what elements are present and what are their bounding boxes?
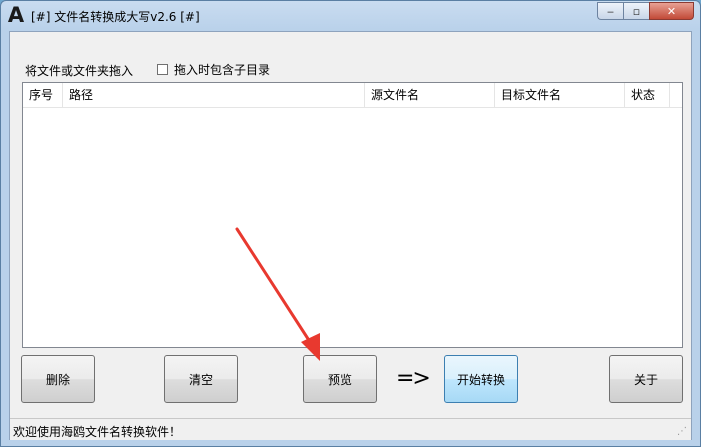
caption-buttons: ‒ ▫ ✕	[597, 2, 694, 21]
file-list-header: 序号 路径 源文件名 目标文件名 状态	[23, 83, 682, 108]
include-subdirs-label[interactable]: 拖入时包含子目录	[174, 61, 270, 78]
app-logo-icon[interactable]: A	[6, 4, 26, 26]
column-header-path[interactable]: 路径	[63, 83, 365, 107]
column-header-filler	[670, 83, 682, 107]
close-icon: ✕	[666, 4, 677, 18]
about-button[interactable]: 关于	[609, 355, 683, 403]
maximize-icon: ▫	[632, 4, 641, 18]
maximize-button[interactable]: ▫	[623, 2, 649, 20]
include-subdirs-option[interactable]: 拖入时包含子目录	[157, 61, 270, 78]
start-convert-button[interactable]: 开始转换	[444, 355, 518, 403]
column-header-status[interactable]: 状态	[625, 83, 670, 107]
column-header-target-name[interactable]: 目标文件名	[495, 83, 625, 107]
file-list[interactable]: 序号 路径 源文件名 目标文件名 状态	[22, 82, 683, 348]
clear-button[interactable]: 清空	[164, 355, 238, 403]
about-button-label: 关于	[633, 372, 658, 387]
delete-button[interactable]: 删除	[21, 355, 95, 403]
close-button[interactable]: ✕	[649, 2, 694, 20]
status-text: 欢迎使用海鸥文件名转换软件！	[13, 425, 182, 439]
column-header-seq[interactable]: 序号	[23, 83, 63, 107]
minimize-icon: ‒	[607, 4, 614, 18]
start-convert-button-label: 开始转换	[456, 372, 505, 387]
delete-button-label: 删除	[45, 372, 70, 387]
column-header-source-name[interactable]: 源文件名	[365, 83, 495, 107]
preview-button[interactable]: 预览	[303, 355, 377, 403]
title-bar[interactable]: A [#] 文件名转换成大写v2.6 [#] ‒ ▫ ✕	[1, 1, 700, 31]
clear-button-label: 清空	[188, 372, 213, 387]
convert-arrow-sign: =>	[396, 366, 431, 391]
drop-hint-label: 将文件或文件夹拖入	[25, 64, 134, 78]
status-bar: 欢迎使用海鸥文件名转换软件！ ⋰	[10, 418, 691, 440]
window-title: [#] 文件名转换成大写v2.6 [#]	[31, 10, 200, 24]
client-area: 将文件或文件夹拖入 拖入时包含子目录 序号 路径 源文件名 目标文件名 状态 删…	[9, 31, 692, 440]
minimize-button[interactable]: ‒	[597, 2, 623, 20]
resize-grip-icon[interactable]: ⋰	[677, 426, 689, 438]
app-window: A [#] 文件名转换成大写v2.6 [#] ‒ ▫ ✕ 将文件或文件夹拖入 拖…	[0, 0, 701, 447]
preview-button-label: 预览	[327, 372, 352, 387]
include-subdirs-checkbox[interactable]	[157, 64, 168, 75]
